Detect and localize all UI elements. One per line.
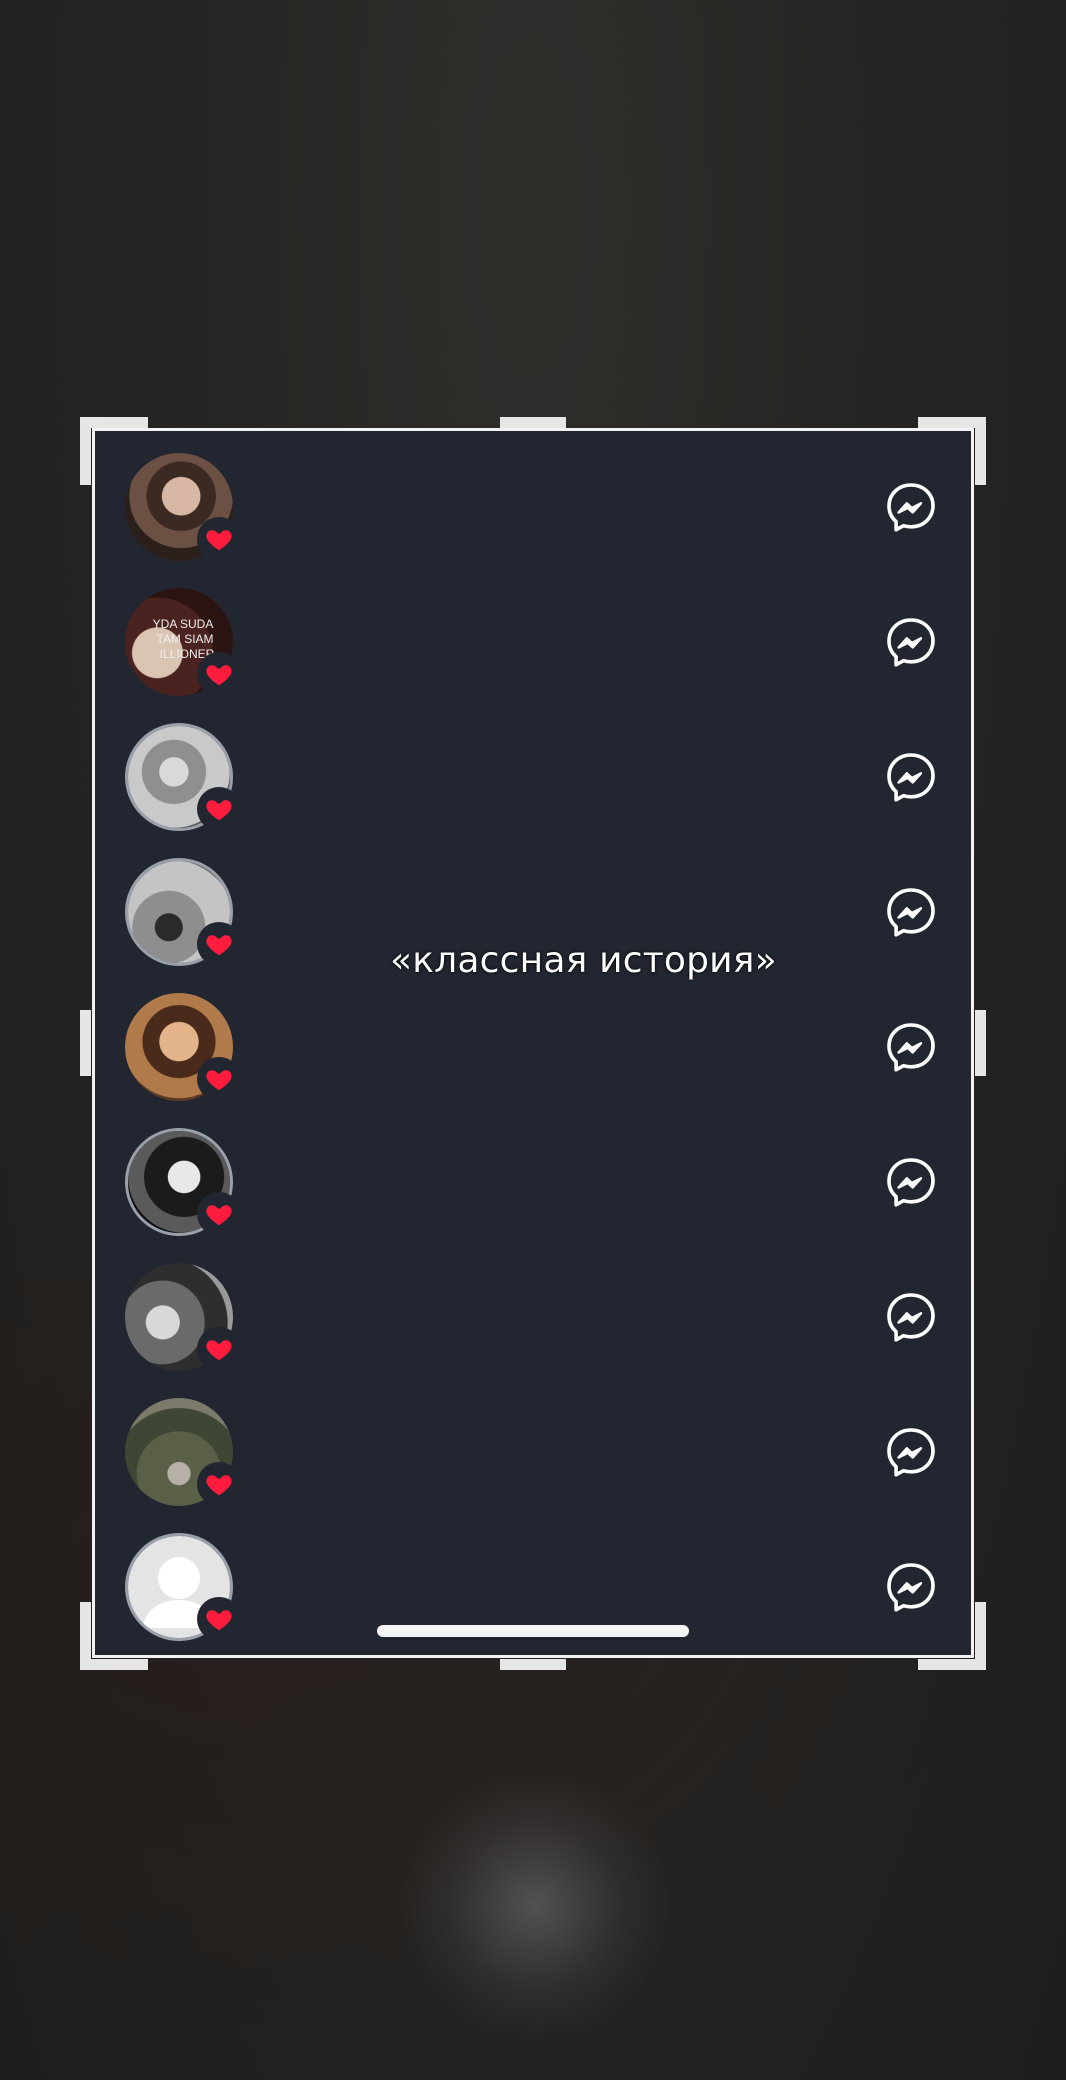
heart-icon: [197, 787, 241, 831]
messenger-icon[interactable]: [885, 1021, 937, 1073]
heart-icon: [197, 1192, 241, 1236]
messenger-icon[interactable]: [885, 616, 937, 668]
messenger-icon[interactable]: [885, 1156, 937, 1208]
heart-icon: [197, 1597, 241, 1641]
heart-icon: [197, 652, 241, 696]
heart-icon: [197, 1462, 241, 1506]
cropped-screenshot: YDA SUDA TAM SIAM ILLIONER: [92, 428, 974, 1658]
story-caption: «классная история»: [390, 940, 777, 981]
messenger-icon[interactable]: [885, 751, 937, 803]
list-item[interactable]: [95, 723, 971, 843]
crop-handle-left[interactable]: [80, 1010, 91, 1076]
crop-handle-bottom[interactable]: [500, 1659, 566, 1670]
list-item[interactable]: [95, 453, 971, 573]
messenger-icon[interactable]: [885, 1561, 937, 1613]
svg-text:YDA SUDA: YDA SUDA: [153, 617, 214, 631]
heart-icon: [197, 922, 241, 966]
list-item[interactable]: [95, 993, 971, 1113]
list-item[interactable]: YDA SUDA TAM SIAM ILLIONER: [95, 588, 971, 708]
home-indicator[interactable]: [377, 1625, 689, 1637]
crop-handle-top-left[interactable]: [80, 417, 91, 485]
list-item[interactable]: [95, 1398, 971, 1518]
crop-handle-right[interactable]: [975, 1010, 986, 1076]
screen: YDA SUDA TAM SIAM ILLIONER «классная ист…: [0, 0, 1066, 2080]
list-item[interactable]: [95, 1263, 971, 1383]
messenger-icon[interactable]: [885, 886, 937, 938]
background-glow: [400, 1770, 670, 2040]
heart-icon: [197, 517, 241, 561]
crop-handle-top[interactable]: [500, 417, 566, 428]
messenger-icon[interactable]: [885, 1426, 937, 1478]
crop-handle-bottom-left[interactable]: [80, 1602, 91, 1670]
svg-text:TAM SIAM: TAM SIAM: [156, 632, 213, 646]
heart-icon: [197, 1057, 241, 1101]
messenger-icon[interactable]: [885, 1291, 937, 1343]
heart-icon: [197, 1327, 241, 1371]
crop-handle-bottom-right[interactable]: [975, 1602, 986, 1670]
crop-handle-top-right[interactable]: [975, 417, 986, 485]
list-item[interactable]: [95, 1128, 971, 1248]
messenger-icon[interactable]: [885, 481, 937, 533]
